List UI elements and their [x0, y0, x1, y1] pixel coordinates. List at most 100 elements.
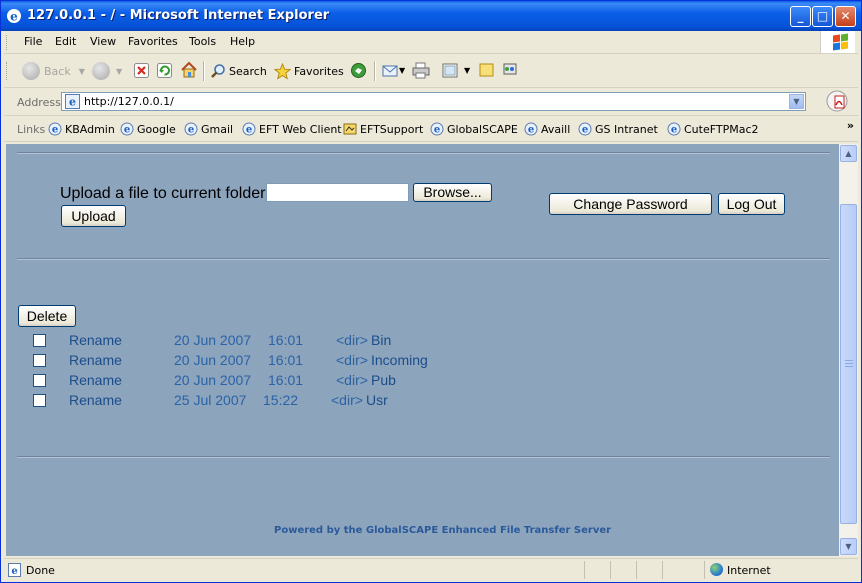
- standard-toolbar: Back ▼ ▼ Search Favorites ▼ ▼: [4, 55, 858, 88]
- vertical-scrollbar[interactable]: ▲ ▼: [839, 144, 858, 556]
- browser-window: e 127.0.0.1 - / - Microsoft Internet Exp…: [0, 0, 862, 583]
- status-bar: e Done Internet: [4, 558, 858, 581]
- forward-button[interactable]: ▼: [92, 60, 122, 82]
- address-dropdown-button[interactable]: ▼: [789, 94, 804, 109]
- menu-favorites[interactable]: Favorites: [128, 35, 178, 48]
- chevron-down-icon[interactable]: ▼: [464, 66, 470, 75]
- acrobat-icon[interactable]: [826, 90, 848, 112]
- scroll-up-button[interactable]: ▲: [840, 145, 857, 162]
- link-label: GlobalSCAPE: [447, 122, 518, 136]
- menu-view[interactable]: View: [90, 35, 116, 48]
- row-time: 16:01: [268, 332, 304, 348]
- address-input[interactable]: e http://127.0.0.1/ ▼: [61, 92, 806, 111]
- chevron-down-icon[interactable]: ▼: [399, 66, 405, 75]
- grip-line: [845, 366, 853, 367]
- back-label: Back: [44, 64, 71, 78]
- menu-edit[interactable]: Edit: [55, 35, 76, 48]
- link-cuteftpmac2[interactable]: e CuteFTPMac2: [667, 122, 759, 136]
- ie-page-icon: e: [65, 94, 80, 109]
- table-row: Rename 20 Jun 2007 16:01 <dir> Bin: [6, 332, 839, 352]
- rename-link[interactable]: Rename: [69, 372, 122, 388]
- discuss-icon[interactable]: [478, 62, 495, 79]
- edit-icon[interactable]: [442, 62, 459, 79]
- ie-page-icon: e: [120, 122, 134, 136]
- stop-icon[interactable]: [134, 63, 149, 78]
- link-eftsupport[interactable]: EFTSupport: [343, 122, 423, 136]
- browse-button[interactable]: Browse...: [413, 183, 492, 202]
- link-label: CuteFTPMac2: [684, 122, 759, 136]
- svg-text:e: e: [10, 10, 18, 24]
- svg-text:e: e: [188, 125, 194, 136]
- link-eft-web-client[interactable]: e EFT Web Client: [242, 122, 342, 136]
- menu-help[interactable]: Help: [230, 35, 255, 48]
- chevron-down-icon[interactable]: ▼: [79, 67, 85, 76]
- row-checkbox[interactable]: [33, 354, 46, 367]
- close-button[interactable]: ✕: [835, 6, 856, 27]
- row-name-link[interactable]: Incoming: [371, 352, 428, 368]
- link-kbadmin[interactable]: e KBAdmin: [48, 122, 115, 136]
- row-name-link[interactable]: Pub: [371, 372, 396, 388]
- scroll-down-button[interactable]: ▼: [840, 538, 857, 555]
- favorites-button[interactable]: Favorites: [274, 60, 344, 82]
- svg-text:e: e: [11, 566, 17, 577]
- divider: [17, 152, 830, 154]
- rename-link[interactable]: Rename: [69, 352, 122, 368]
- home-icon[interactable]: [180, 61, 198, 79]
- ie-page-icon: e: [430, 122, 444, 136]
- links-more-chevron[interactable]: »: [847, 119, 854, 132]
- back-button[interactable]: Back ▼: [22, 60, 85, 82]
- print-icon[interactable]: [412, 62, 430, 79]
- toolbar-grip[interactable]: [6, 62, 10, 80]
- rename-link[interactable]: Rename: [69, 332, 122, 348]
- ie-logo-icon: e: [7, 9, 21, 24]
- ie-page-icon: e: [184, 122, 198, 136]
- mail-icon[interactable]: [382, 62, 400, 79]
- table-row: Rename 20 Jun 2007 16:01 <dir> Incoming: [6, 352, 839, 372]
- star-icon: [274, 62, 291, 80]
- minimize-button[interactable]: _: [790, 6, 811, 27]
- search-button[interactable]: Search: [210, 60, 267, 82]
- row-checkbox[interactable]: [33, 334, 46, 347]
- svg-text:e: e: [246, 125, 252, 136]
- ie-page-icon: e: [578, 122, 592, 136]
- media-icon[interactable]: [350, 62, 367, 79]
- scroll-thumb[interactable]: [840, 204, 857, 524]
- link-label: EFTSupport: [360, 122, 424, 136]
- change-password-button[interactable]: Change Password: [549, 193, 712, 215]
- link-google[interactable]: e Google: [120, 122, 176, 136]
- logout-button[interactable]: Log Out: [718, 193, 785, 215]
- links-label: Links: [17, 123, 46, 136]
- link-label: Google: [137, 122, 176, 136]
- row-type: <dir>: [336, 372, 368, 388]
- upload-button[interactable]: Upload: [61, 205, 126, 227]
- row-name-link[interactable]: Usr: [366, 392, 388, 408]
- link-globalscape[interactable]: e GlobalSCAPE: [430, 122, 518, 136]
- ie-page-icon: e: [524, 122, 538, 136]
- table-row: Rename 20 Jun 2007 16:01 <dir> Pub: [6, 372, 839, 392]
- link-gs-intranet[interactable]: e GS Intranet: [578, 122, 658, 136]
- ie-page-icon: e: [242, 122, 256, 136]
- rename-link[interactable]: Rename: [69, 392, 122, 408]
- maximize-button[interactable]: □: [812, 6, 833, 27]
- svg-text:e: e: [434, 125, 440, 136]
- delete-button[interactable]: Delete: [18, 305, 76, 327]
- toolbar-grip[interactable]: [6, 35, 10, 50]
- title-bar[interactable]: e 127.0.0.1 - / - Microsoft Internet Exp…: [1, 1, 861, 31]
- menu-file[interactable]: File: [24, 35, 42, 48]
- row-time: 15:22: [263, 392, 299, 408]
- row-checkbox[interactable]: [33, 394, 46, 407]
- refresh-icon[interactable]: [157, 63, 172, 78]
- row-checkbox[interactable]: [33, 374, 46, 387]
- row-time: 16:01: [268, 372, 304, 388]
- row-name-link[interactable]: Bin: [371, 332, 391, 348]
- messenger-icon[interactable]: [501, 61, 519, 79]
- file-path-input[interactable]: [266, 183, 409, 202]
- link-availl[interactable]: e Availl: [524, 122, 570, 136]
- favorites-label: Favorites: [294, 64, 344, 78]
- search-label: Search: [229, 64, 267, 78]
- menu-tools[interactable]: Tools: [189, 35, 216, 48]
- chevron-down-icon[interactable]: ▼: [116, 67, 122, 76]
- link-gmail[interactable]: e Gmail: [184, 122, 233, 136]
- toolbar-separator: [374, 61, 376, 81]
- powered-by-text: Powered by the GlobalSCAPE Enhanced File…: [274, 525, 612, 536]
